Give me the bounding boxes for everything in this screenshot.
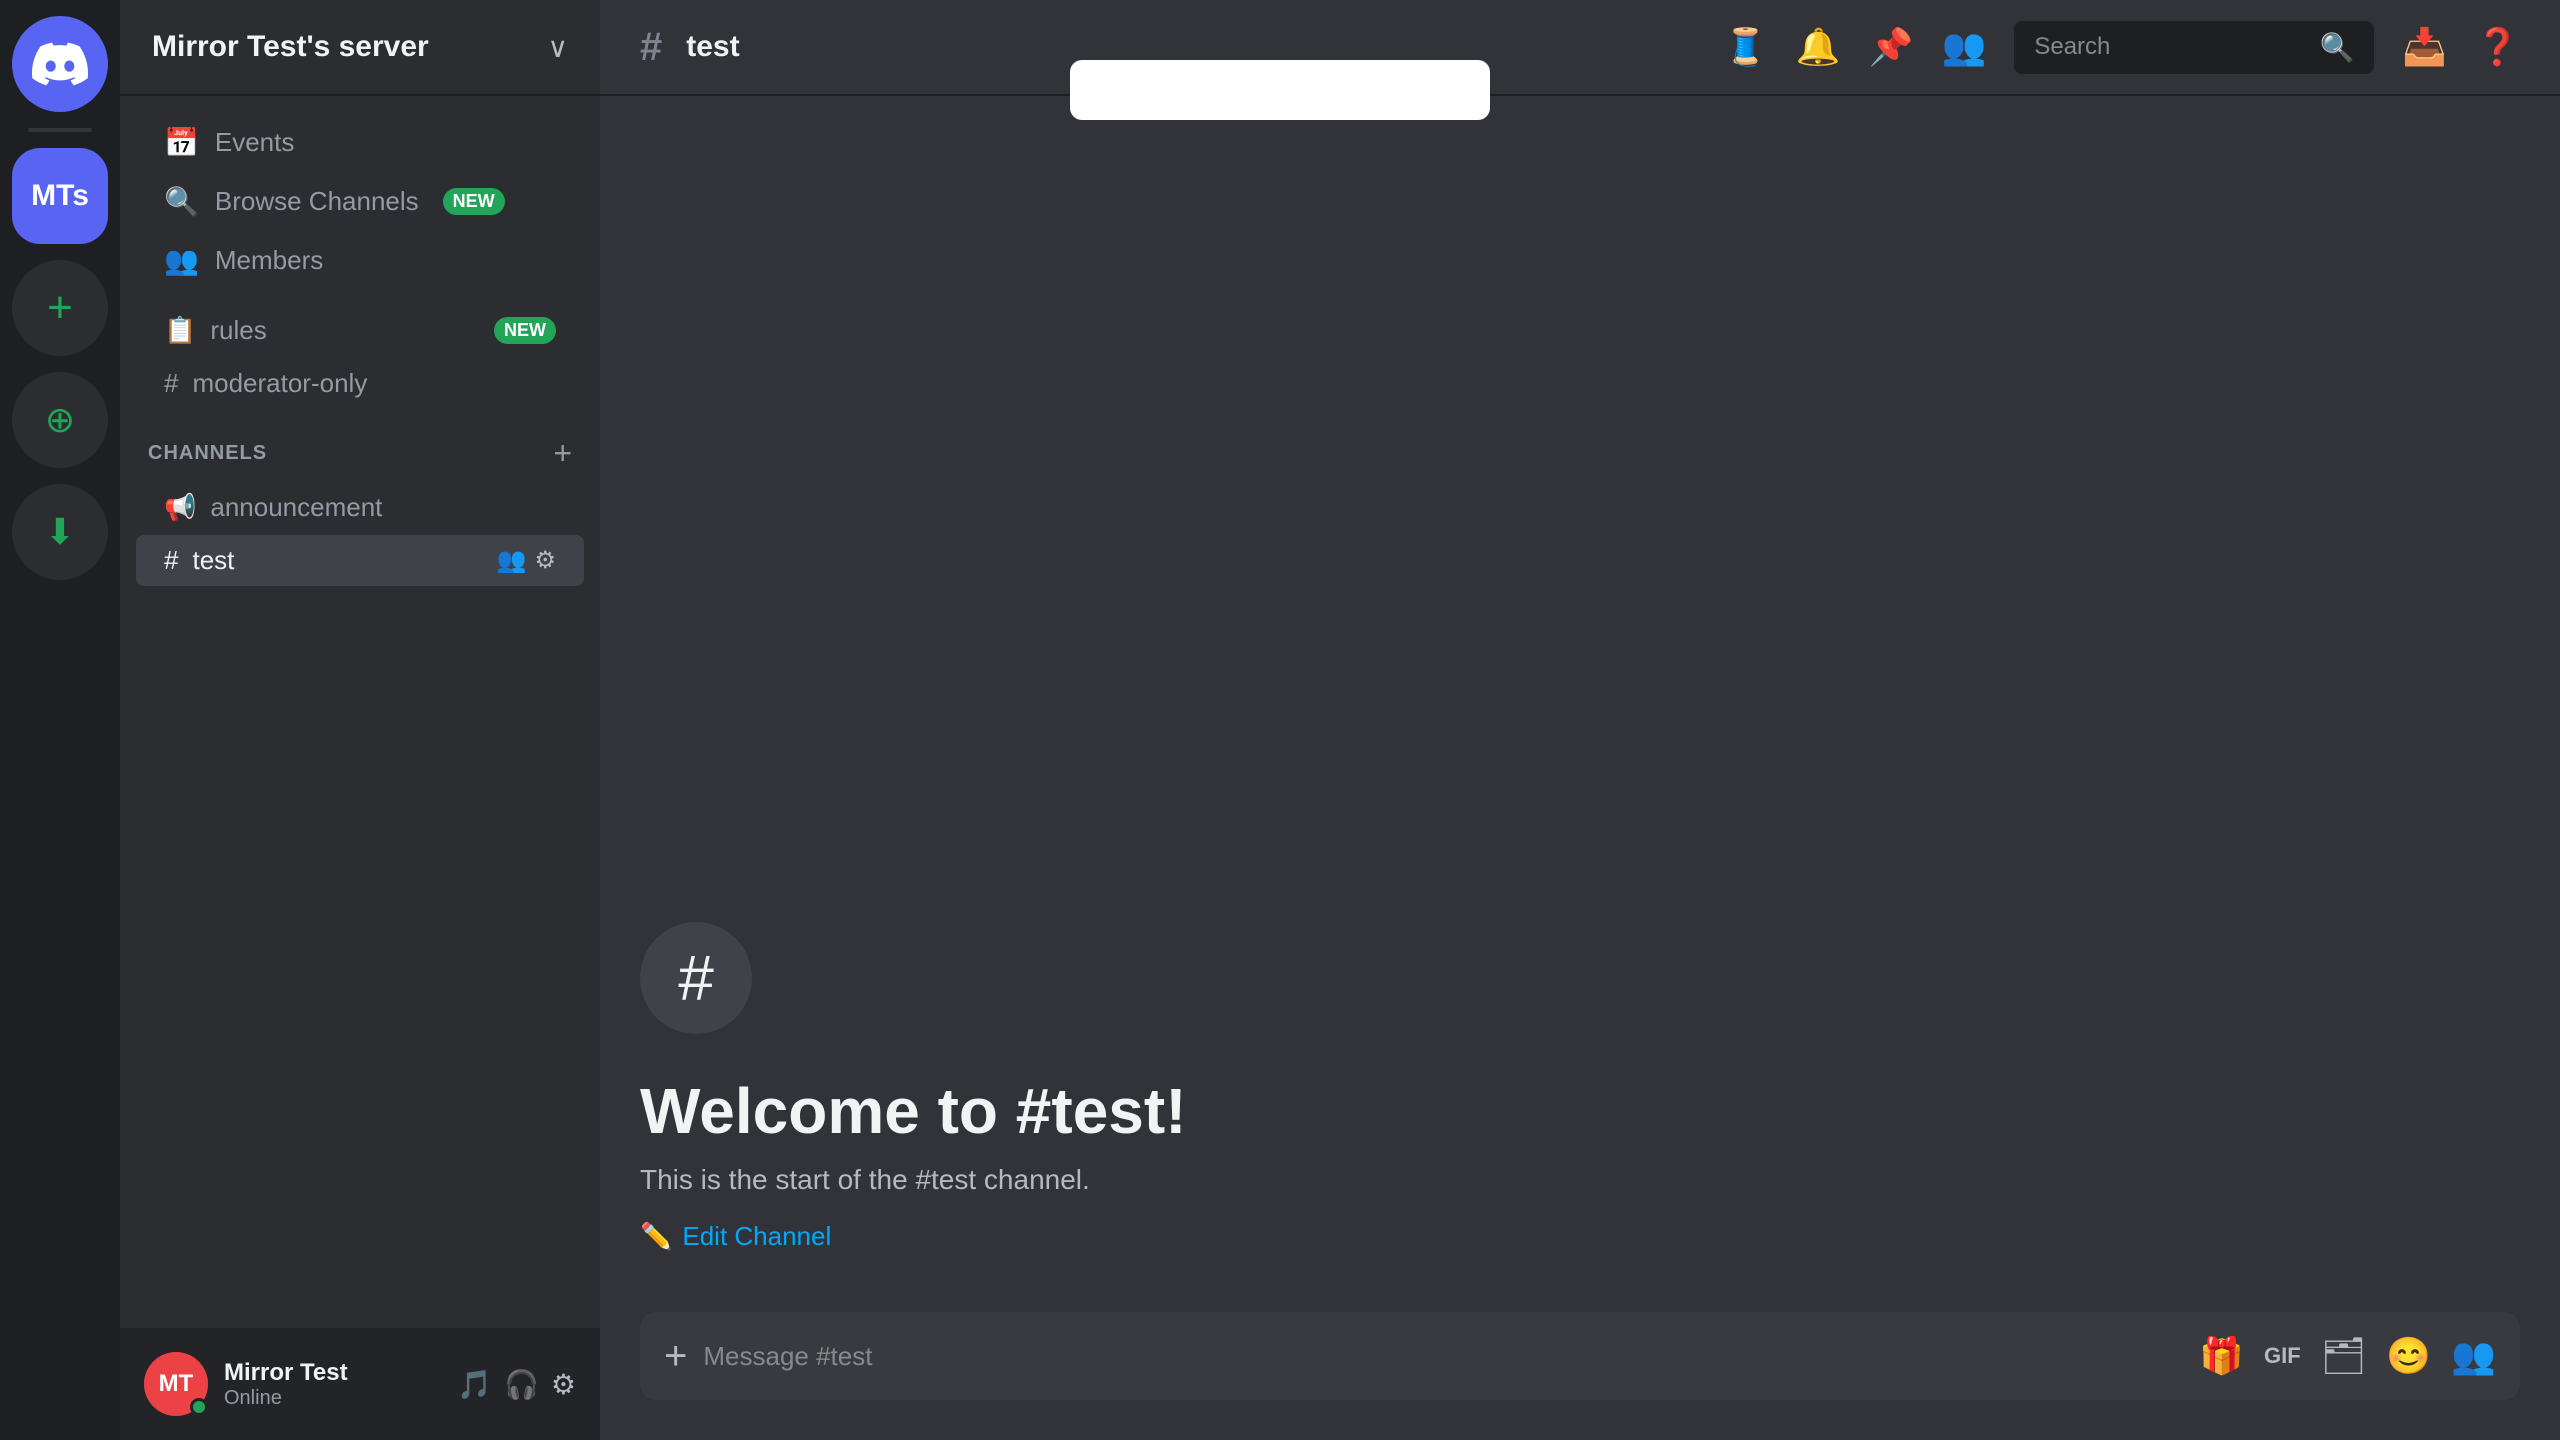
download-apps-button[interactable]: ⬇	[12, 484, 108, 580]
username: Mirror Test	[224, 1359, 441, 1387]
user-area: MT Mirror Test Online 🎵 🎧 ⚙	[120, 1328, 600, 1440]
sidebar-item-events[interactable]: 📅 Events	[136, 114, 584, 171]
message-input-area: + 🎁 GIF 🗂 😊 👥	[600, 1312, 2560, 1440]
sidebar-item-members-label: Members	[215, 245, 323, 276]
top-bar-actions: 🧵 🔔 📌 👥 Search 🔍 📥 ❓	[1723, 21, 2520, 74]
gif-button[interactable]: GIF	[2264, 1343, 2301, 1369]
channel-list: 📅 Events 🔍 Browse Channels NEW 👥 Members…	[120, 96, 600, 1328]
rules-new-badge: NEW	[494, 317, 556, 344]
channel-test-actions: 👥 ⚙	[497, 546, 556, 575]
user-settings-button[interactable]: ⚙	[551, 1368, 576, 1401]
test-channel-hash-icon: #	[164, 545, 178, 576]
user-controls: 🎵 🎧 ⚙	[457, 1368, 576, 1401]
channel-test-label: test	[192, 545, 482, 576]
rules-icon: 📋	[164, 315, 196, 346]
welcome-title: Welcome to #test!	[640, 1074, 2520, 1148]
search-icon: 🔍	[2319, 31, 2354, 64]
search-bar[interactable]: Search 🔍	[2014, 21, 2374, 74]
members-icon: 👥	[164, 244, 199, 277]
user-info: Mirror Test Online	[224, 1359, 441, 1410]
channel-hash-icon: #	[640, 25, 662, 70]
channel-item-announcement[interactable]: 📢 announcement	[136, 482, 584, 533]
channels-section-title: CHANNELS	[148, 442, 267, 465]
channel-item-moderator-only[interactable]: # moderator-only	[136, 358, 584, 409]
edit-icon: ✏️	[640, 1221, 672, 1252]
top-bar: # test 🧵 🔔 📌 👥 Search 🔍 📥 ❓	[600, 0, 2560, 96]
channel-moderator-only-label: moderator-only	[192, 368, 556, 399]
members-panel-icon[interactable]: 👥	[2451, 1335, 2496, 1377]
avatar[interactable]: MT	[144, 1352, 208, 1416]
online-status-indicator	[190, 1398, 208, 1416]
inbox-icon[interactable]: 📥	[2402, 26, 2447, 68]
moderator-only-icon: #	[164, 368, 178, 399]
message-attach-button[interactable]: +	[664, 1334, 687, 1379]
events-icon: 📅	[164, 126, 199, 159]
message-input-actions: 🎁 GIF 🗂 😊 👥	[2199, 1335, 2496, 1377]
message-input-field[interactable]	[703, 1341, 2183, 1372]
user-status-text: Online	[224, 1387, 441, 1410]
welcome-section: # Welcome to #test! This is the start of…	[640, 882, 2520, 1272]
welcome-channel-icon: #	[640, 922, 752, 1034]
server-rail: MTs + ⊕ ⬇	[0, 0, 120, 1440]
gift-icon[interactable]: 🎁	[2199, 1335, 2244, 1377]
server-icon-mirror-test[interactable]: MTs	[12, 148, 108, 244]
sidebar-item-browse-channels[interactable]: 🔍 Browse Channels NEW	[136, 173, 584, 230]
server-header[interactable]: Mirror Test's server ∨	[120, 0, 600, 96]
channels-section-header[interactable]: CHANNELS +	[120, 411, 600, 480]
sidebar-item-events-label: Events	[215, 127, 295, 158]
sidebar-item-browse-channels-label: Browse Channels	[215, 186, 419, 217]
top-popup	[1070, 60, 1490, 120]
channel-announcement-label: announcement	[210, 492, 556, 523]
channel-name-title: test	[686, 30, 739, 64]
server-rail-divider	[28, 128, 92, 132]
channel-item-rules[interactable]: 📋 rules NEW	[136, 305, 584, 356]
notifications-icon[interactable]: 🔔	[1796, 26, 1841, 68]
main-content: # test 🧵 🔔 📌 👥 Search 🔍 📥 ❓ # Welcome to…	[600, 0, 2560, 1440]
browse-channels-new-badge: NEW	[443, 188, 505, 215]
sidebar-item-members[interactable]: 👥 Members	[136, 232, 584, 289]
message-input-bar: + 🎁 GIF 🗂 😊 👥	[640, 1312, 2520, 1400]
message-area: # Welcome to #test! This is the start of…	[600, 96, 2560, 1312]
edit-channel-link[interactable]: ✏️ Edit Channel	[640, 1221, 831, 1252]
threads-icon[interactable]: 🧵	[1723, 26, 1768, 68]
browse-channels-icon: 🔍	[164, 185, 199, 218]
channel-sidebar: Mirror Test's server ∨ 📅 Events 🔍 Browse…	[120, 0, 600, 1440]
mute-button[interactable]: 🎵	[457, 1368, 492, 1401]
explore-servers-button[interactable]: ⊕	[12, 372, 108, 468]
deafen-button[interactable]: 🎧	[504, 1368, 539, 1401]
channel-test-members-icon[interactable]: 👥	[497, 546, 527, 575]
add-server-button[interactable]: +	[12, 260, 108, 356]
sticker-icon[interactable]: 🗂	[2321, 1335, 2367, 1377]
member-list-icon[interactable]: 👥	[1942, 26, 1987, 68]
server-header-chevron-icon: ∨	[548, 31, 569, 64]
channel-rules-label: rules	[210, 315, 472, 346]
add-channel-button[interactable]: +	[553, 435, 572, 472]
pinned-messages-icon[interactable]: 📌	[1869, 26, 1914, 68]
channel-item-test[interactable]: # test 👥 ⚙	[136, 535, 584, 586]
search-bar-placeholder: Search	[2034, 33, 2307, 61]
server-name: Mirror Test's server	[152, 30, 429, 64]
channel-test-settings-icon[interactable]: ⚙	[534, 546, 556, 575]
help-icon[interactable]: ❓	[2475, 26, 2520, 68]
discord-home-button[interactable]	[12, 16, 108, 112]
welcome-description: This is the start of the #test channel.	[640, 1164, 2520, 1196]
emoji-picker-button[interactable]: 😊	[2386, 1335, 2431, 1377]
announcement-icon: 📢	[164, 492, 196, 523]
